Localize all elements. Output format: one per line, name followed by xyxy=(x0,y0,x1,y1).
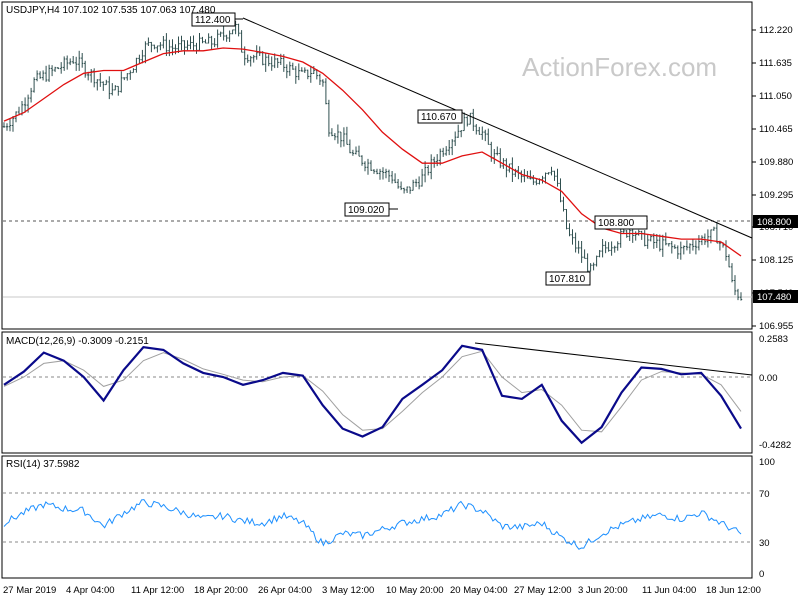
y-tick-label: 106.955 xyxy=(759,321,793,332)
annotation-label: 110.670 xyxy=(421,112,457,123)
x-tick-label: 18 Jun 12:00 xyxy=(706,585,761,596)
price-annotation-110670: 110.670 xyxy=(417,109,463,124)
watermark: ActionForex.com xyxy=(522,52,717,82)
price-annotation-108800: 108.800 xyxy=(594,215,648,230)
x-tick-label: 10 May 20:00 xyxy=(386,585,444,596)
annotation-label: 108.800 xyxy=(598,218,635,229)
macd-title: MACD(12,26,9) -0.3009 -0.2151 xyxy=(6,336,149,347)
x-tick-label: 3 Jun 20:00 xyxy=(578,585,628,596)
x-tick-label: 26 Apr 04:00 xyxy=(258,585,312,596)
chart-canvas: ActionForex.com USDJPY,H4 107.102 107.53… xyxy=(0,0,800,600)
y-tick-label: -0.4282 xyxy=(759,440,791,451)
current-price-tag-label: 107.480 xyxy=(757,292,791,303)
price-annotation-112400: 112.400 xyxy=(191,12,243,27)
level-108800-tag-label: 108.800 xyxy=(757,217,791,228)
x-tick-label: 27 May 12:00 xyxy=(514,585,572,596)
x-tick-label: 11 Jun 04:00 xyxy=(642,585,696,596)
x-tick-label: 27 Mar 2019 xyxy=(3,585,56,596)
y-tick-label: 30 xyxy=(759,538,770,549)
x-tick-label: 18 Apr 20:00 xyxy=(194,585,248,596)
annotation-label: 109.020 xyxy=(348,205,385,216)
y-tick-label: 111.635 xyxy=(759,58,792,69)
y-tick-label: 0 xyxy=(759,569,764,580)
y-tick-label: 108.125 xyxy=(759,255,793,266)
y-tick-label: 0.00 xyxy=(759,373,778,384)
y-tick-label: 100 xyxy=(759,457,775,468)
y-tick-label: 0.2583 xyxy=(759,334,788,345)
annotation-label: 112.400 xyxy=(195,15,231,26)
x-tick-label: 20 May 04:00 xyxy=(450,585,508,596)
annotation-label: 107.810 xyxy=(549,274,586,285)
y-tick-label: 111.050 xyxy=(759,91,792,102)
price-title: USDJPY,H4 107.102 107.535 107.063 107.48… xyxy=(6,5,216,16)
rsi-title: RSI(14) 37.5982 xyxy=(6,459,80,470)
y-tick-label: 109.295 xyxy=(759,190,793,201)
x-tick-label: 3 May 12:00 xyxy=(322,585,374,596)
y-tick-label: 112.220 xyxy=(759,25,793,36)
y-tick-label: 109.880 xyxy=(759,157,793,168)
x-tick-label: 4 Apr 04:00 xyxy=(66,585,115,596)
y-tick-label: 70 xyxy=(759,489,770,500)
y-tick-label: 110.465 xyxy=(759,124,793,135)
x-tick-label: 11 Apr 12:00 xyxy=(131,585,184,596)
price-annotation-107810: 107.810 xyxy=(545,271,591,286)
